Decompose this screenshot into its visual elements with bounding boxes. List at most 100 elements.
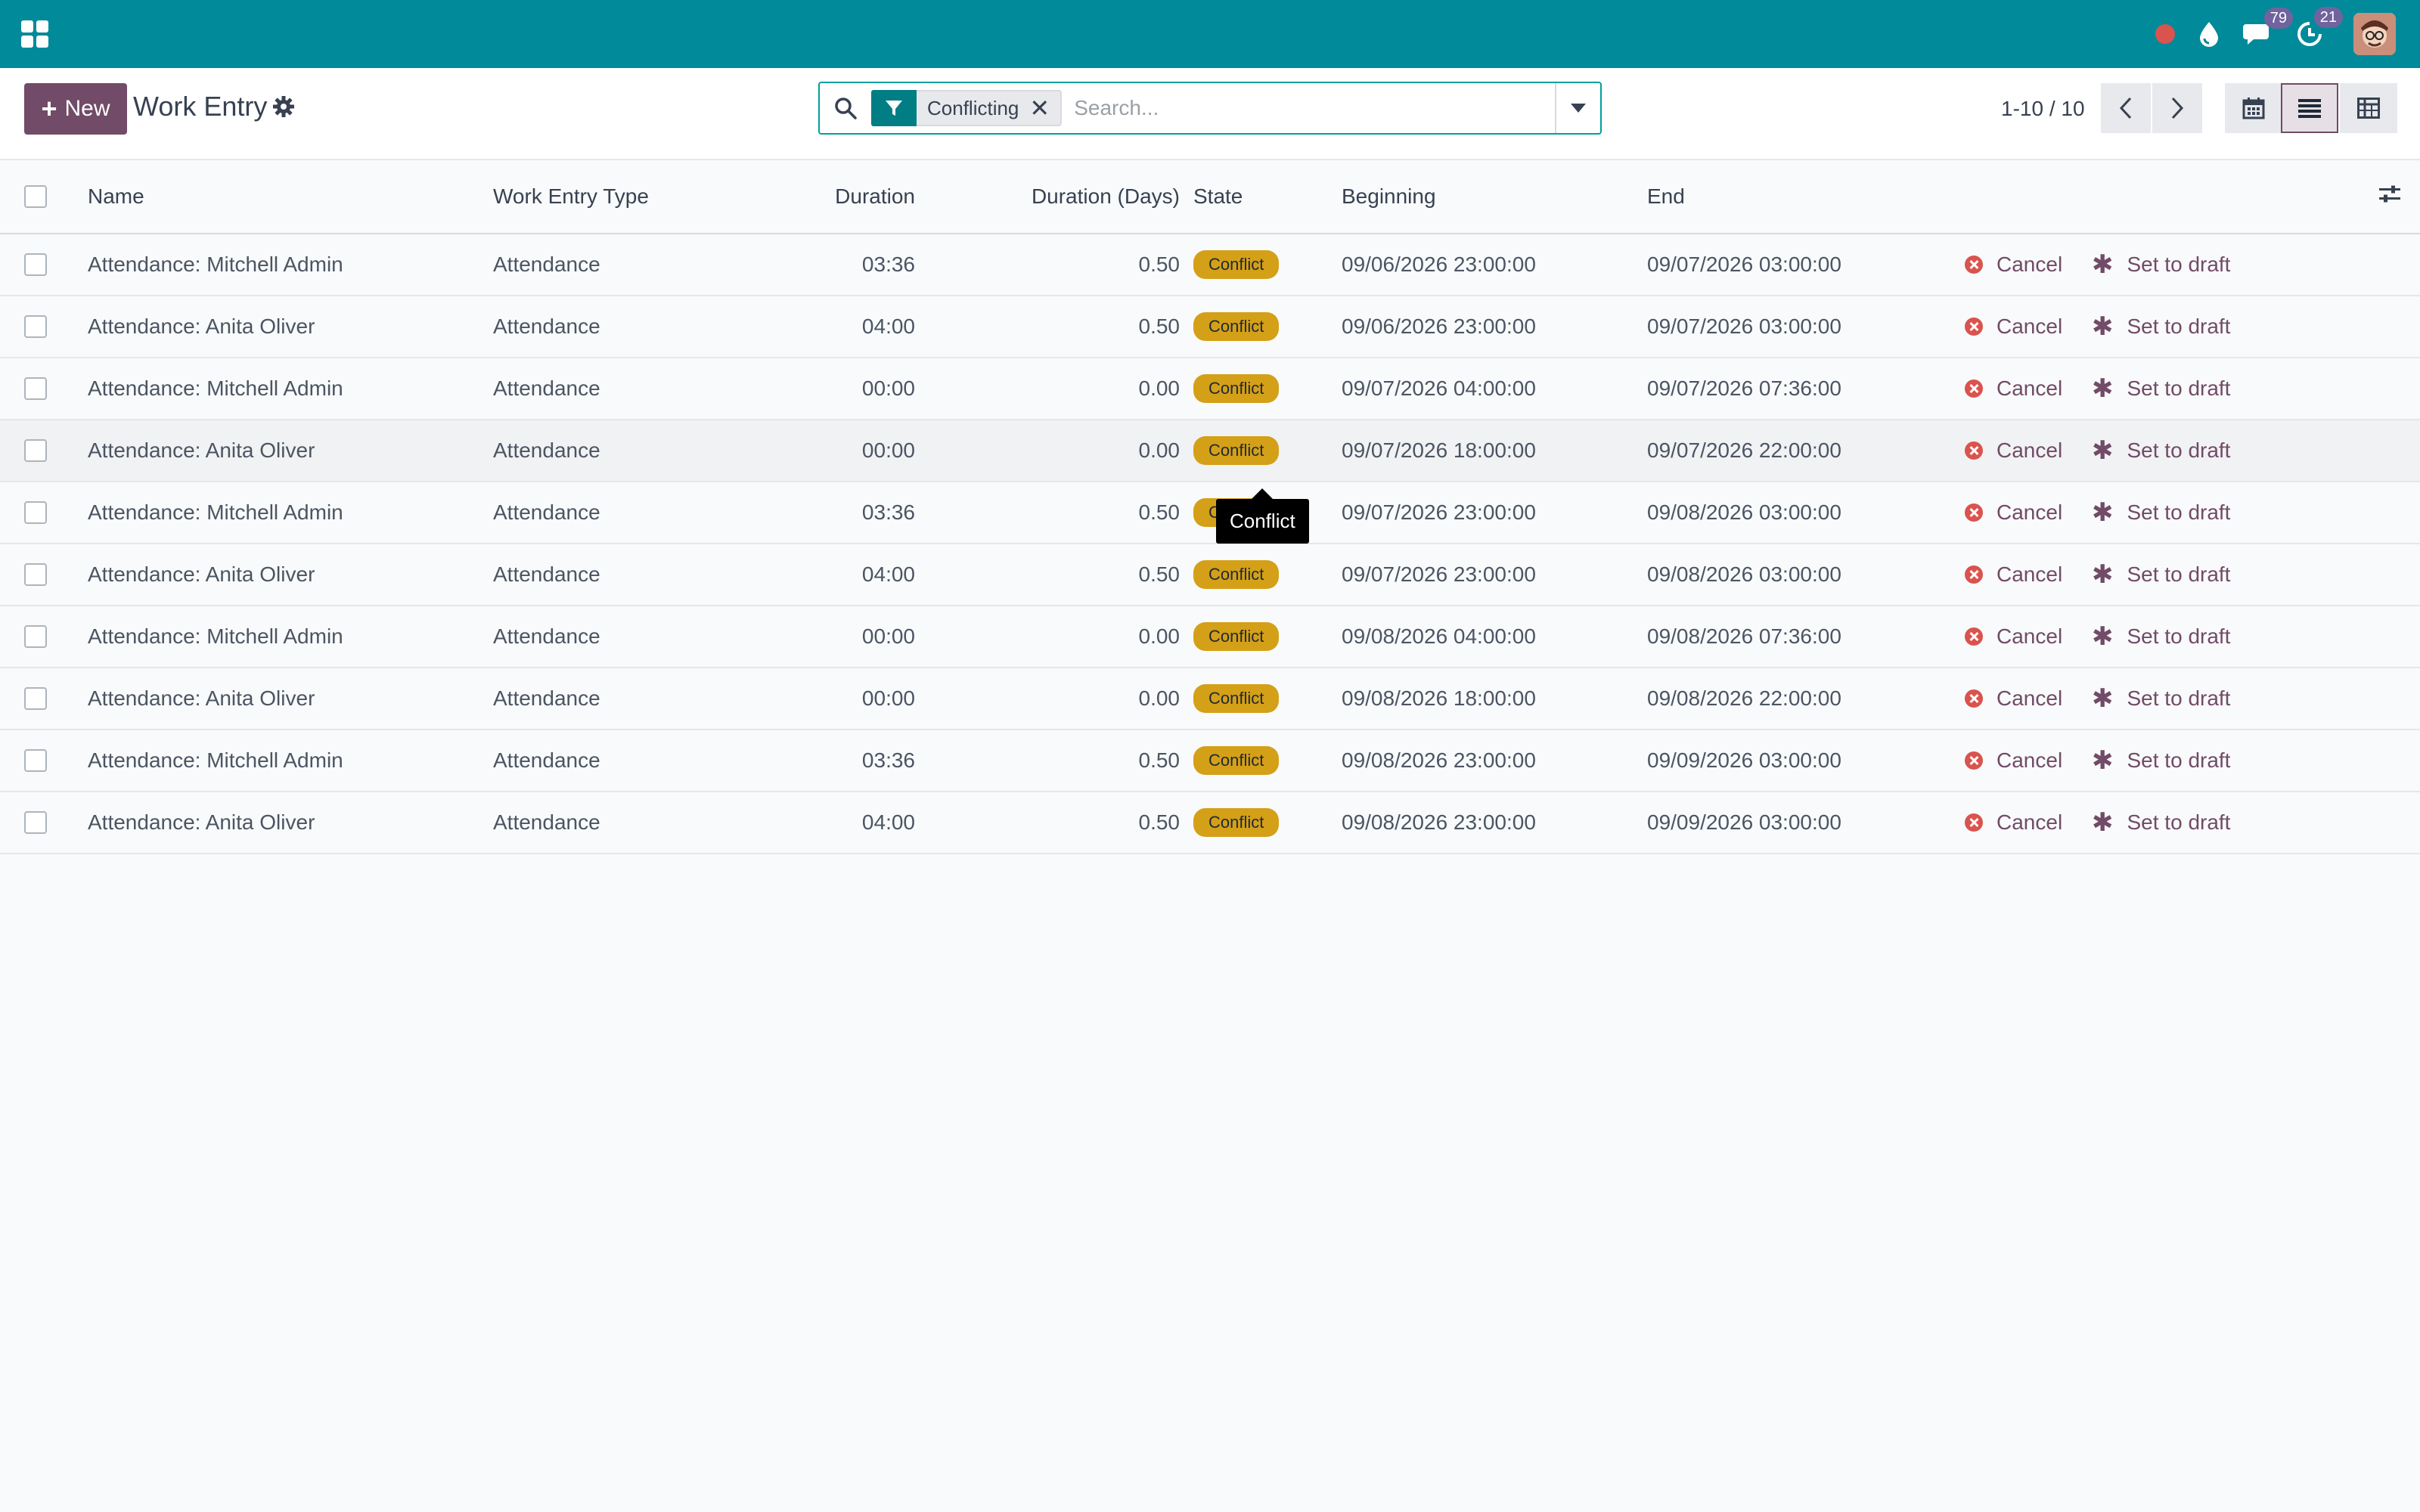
cancel-label: Cancel <box>1996 438 2063 462</box>
record-button[interactable] <box>2155 24 2175 44</box>
select-all-checkbox[interactable] <box>24 185 47 208</box>
cancel-label: Cancel <box>1996 500 2063 524</box>
row-checkbox[interactable] <box>24 315 47 338</box>
search-box: Conflicting ✕ <box>818 82 1602 135</box>
gear-button[interactable] <box>272 95 295 122</box>
facet-remove-icon[interactable]: ✕ <box>1029 96 1060 120</box>
facet-label: Conflicting <box>927 96 1019 119</box>
cancel-label: Cancel <box>1996 314 2063 338</box>
table-row[interactable]: Attendance: Mitchell Admin Attendance 00:0… <box>0 358 2420 420</box>
filter-icon <box>871 90 917 126</box>
set-to-draft-button[interactable]: ✱ Set to draft <box>2092 438 2230 463</box>
row-checkbox[interactable] <box>24 501 47 524</box>
state-badge: Conflict <box>1193 250 1280 279</box>
set-to-draft-label: Set to draft <box>2127 562 2231 586</box>
row-checkbox[interactable] <box>24 687 47 710</box>
state-badge: Conflict <box>1193 560 1280 589</box>
header-work-entry-type[interactable]: Work Entry Type <box>493 184 649 209</box>
cell-duration: 03:36 <box>861 500 915 524</box>
cancel-button[interactable]: Cancel <box>1965 624 2062 649</box>
table-row[interactable]: Attendance: Mitchell Admin Attendance 03:3… <box>0 234 2420 296</box>
header-beginning[interactable]: Beginning <box>1342 184 1436 209</box>
set-to-draft-button[interactable]: ✱ Set to draft <box>2092 562 2230 587</box>
pivot-view-button[interactable] <box>2340 83 2397 133</box>
cell-name: Attendance: Mitchell Admin <box>88 624 343 648</box>
set-to-draft-button[interactable]: ✱ Set to draft <box>2092 810 2230 835</box>
set-to-draft-button[interactable]: ✱ Set to draft <box>2092 686 2230 711</box>
cancel-button[interactable]: Cancel <box>1965 253 2062 277</box>
header-duration-days[interactable]: Duration (Days) <box>1032 184 1180 209</box>
activities-button[interactable]: 21 <box>2296 7 2343 48</box>
set-to-draft-button[interactable]: ✱ Set to draft <box>2092 376 2230 401</box>
table-row[interactable]: Attendance: Anita Oliver Attendance 00:00 0… <box>0 420 2420 482</box>
user-avatar[interactable] <box>2353 13 2396 55</box>
row-checkbox[interactable] <box>24 253 47 276</box>
search-icon[interactable] <box>820 96 871 120</box>
list-icon <box>2298 99 2321 118</box>
search-options-toggle[interactable] <box>1555 83 1600 133</box>
row-checkbox[interactable] <box>24 625 47 648</box>
cell-work-entry-type: Attendance <box>493 438 600 462</box>
table-row[interactable]: Attendance: Anita Oliver Attendance 00:00 0… <box>0 668 2420 730</box>
set-to-draft-label: Set to draft <box>2127 810 2231 834</box>
cell-name: Attendance: Anita Oliver <box>88 438 315 462</box>
state-badge: Conflict <box>1193 808 1280 837</box>
cell-beginning: 09/07/2026 23:00:00 <box>1342 562 1536 586</box>
table-row[interactable]: Attendance: Anita Oliver Attendance 04:00 0… <box>0 296 2420 358</box>
messaging-button[interactable]: 79 <box>2243 8 2293 47</box>
cell-name: Attendance: Anita Oliver <box>88 562 315 586</box>
set-to-draft-button[interactable]: ✱ Set to draft <box>2092 748 2230 773</box>
set-to-draft-button[interactable]: ✱ Set to draft <box>2092 252 2230 277</box>
cancel-button[interactable]: Cancel <box>1965 438 2062 463</box>
table-row[interactable]: Attendance: Anita Oliver Attendance 04:00 0… <box>0 544 2420 606</box>
cancel-label: Cancel <box>1996 624 2063 648</box>
pager-previous-button[interactable] <box>2101 83 2151 133</box>
apps-icon[interactable] <box>21 20 48 48</box>
row-checkbox[interactable] <box>24 439 47 462</box>
set-to-draft-label: Set to draft <box>2127 748 2231 772</box>
row-checkbox[interactable] <box>24 563 47 586</box>
table-row[interactable]: Attendance: Anita Oliver Attendance 04:00 0… <box>0 792 2420 854</box>
cell-work-entry-type: Attendance <box>493 748 600 772</box>
cell-state: Conflict <box>1193 746 1280 775</box>
cancel-icon <box>1965 503 1983 522</box>
list-view-button[interactable] <box>2281 83 2338 133</box>
cell-state: Conflict <box>1193 250 1280 279</box>
row-checkbox[interactable] <box>24 749 47 772</box>
cancel-button[interactable]: Cancel <box>1965 810 2062 835</box>
plus-icon: + <box>41 93 57 124</box>
set-to-draft-button[interactable]: ✱ Set to draft <box>2092 624 2230 649</box>
row-checkbox[interactable] <box>24 377 47 400</box>
search-input[interactable] <box>1062 96 1555 120</box>
cancel-button[interactable]: Cancel <box>1965 562 2062 587</box>
set-to-draft-button[interactable]: ✱ Set to draft <box>2092 500 2230 525</box>
header-name[interactable]: Name <box>88 184 144 209</box>
set-to-draft-button[interactable]: ✱ Set to draft <box>2092 314 2230 339</box>
cancel-button[interactable]: Cancel <box>1965 686 2062 711</box>
optional-columns-icon[interactable] <box>2378 184 2402 210</box>
table-row[interactable]: Attendance: Mitchell Admin Attendance 00:0… <box>0 606 2420 668</box>
row-checkbox[interactable] <box>24 811 47 834</box>
state-badge: Conflict <box>1193 684 1280 713</box>
table-header: Name Work Entry Type Duration Duration (… <box>0 160 2420 234</box>
table-row[interactable]: Attendance: Mitchell Admin Attendance 03:3… <box>0 482 2420 544</box>
cancel-button[interactable]: Cancel <box>1965 748 2062 773</box>
table-row[interactable]: Attendance: Mitchell Admin Attendance 03:3… <box>0 730 2420 792</box>
header-end[interactable]: End <box>1647 184 1685 209</box>
new-button[interactable]: + New <box>24 83 127 135</box>
pager-next-button[interactable] <box>2152 83 2202 133</box>
cancel-button[interactable]: Cancel <box>1965 500 2062 525</box>
cell-name: Attendance: Anita Oliver <box>88 810 315 834</box>
header-duration[interactable]: Duration <box>835 184 915 209</box>
pager-value[interactable]: 1-10 / 10 <box>2001 97 2085 121</box>
cancel-button[interactable]: Cancel <box>1965 314 2062 339</box>
cell-duration-days: 0.50 <box>1138 810 1181 834</box>
cell-duration-days: 0.00 <box>1138 686 1181 710</box>
cell-work-entry-type: Attendance <box>493 376 600 400</box>
cell-duration-days: 0.50 <box>1138 500 1181 524</box>
drop-button[interactable] <box>2198 20 2220 48</box>
calendar-view-button[interactable] <box>2225 83 2282 133</box>
header-state[interactable]: State <box>1193 184 1243 209</box>
cancel-button[interactable]: Cancel <box>1965 376 2062 401</box>
cell-duration-days: 0.50 <box>1138 253 1181 276</box>
